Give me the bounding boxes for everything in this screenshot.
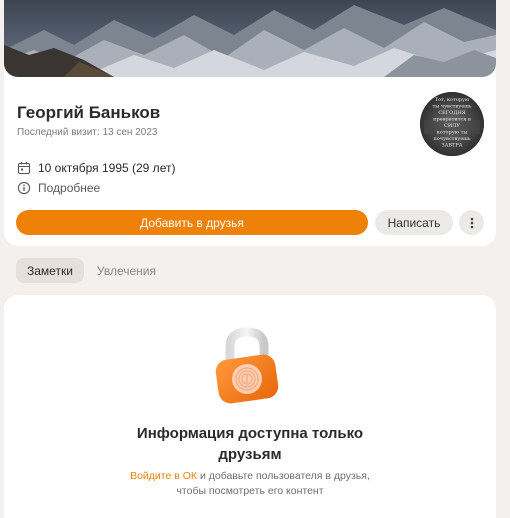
calendar-icon	[17, 161, 31, 175]
avatar-quote-line: почувствуешь	[433, 136, 470, 142]
add-friend-button[interactable]: Добавить в друзья	[16, 210, 368, 235]
message-button[interactable]: Написать	[375, 210, 453, 235]
birthday-text: 10 октября 1995 (29 лет)	[38, 161, 176, 175]
login-link[interactable]: Войдите в ОК	[130, 470, 197, 482]
tab-hobbies[interactable]: Увлечения	[86, 258, 167, 283]
avatar-quote-line: ЗАВТРА	[441, 143, 462, 149]
avatar-quote-line: которую ты	[437, 130, 468, 136]
cover-photo	[4, 0, 496, 77]
avatar-quote-line: Тот, которую	[435, 97, 470, 103]
locked-description: Войдите в ОК и добавьте пользователя в д…	[130, 470, 370, 497]
info-icon	[17, 181, 31, 195]
profile-name: Георгий Баньков	[17, 103, 161, 122]
avatar-quote-line: СИЛУ	[444, 123, 460, 129]
details-link[interactable]: Подробнее	[38, 181, 100, 195]
more-options-button[interactable]	[459, 210, 484, 235]
avatar[interactable]: Тот, которую ты чувствуешь СЕГОДНЯ преврати…	[420, 92, 484, 156]
avatar-quote-line: превратится в	[433, 117, 471, 123]
locked-title: Информация доступна только друзьям	[136, 425, 364, 463]
profile-tabs: Заметки Увлечения	[16, 258, 167, 283]
last-visit: Последний визит: 13 сен 2023	[17, 127, 158, 138]
locked-content-card: Информация доступна только друзьям Войди…	[4, 295, 496, 518]
avatar-quote-line: СЕГОДНЯ	[438, 110, 465, 116]
details-row[interactable]: Подробнее	[17, 181, 100, 195]
more-vertical-icon	[470, 217, 473, 228]
birthday-row: 10 октября 1995 (29 лет)	[17, 161, 175, 175]
avatar-quote-line: ты чувствуешь	[432, 104, 471, 110]
tab-notes[interactable]: Заметки	[16, 258, 84, 283]
lock-icon	[210, 327, 284, 407]
profile-card: Георгий Баньков Последний визит: 13 сен …	[4, 0, 496, 246]
